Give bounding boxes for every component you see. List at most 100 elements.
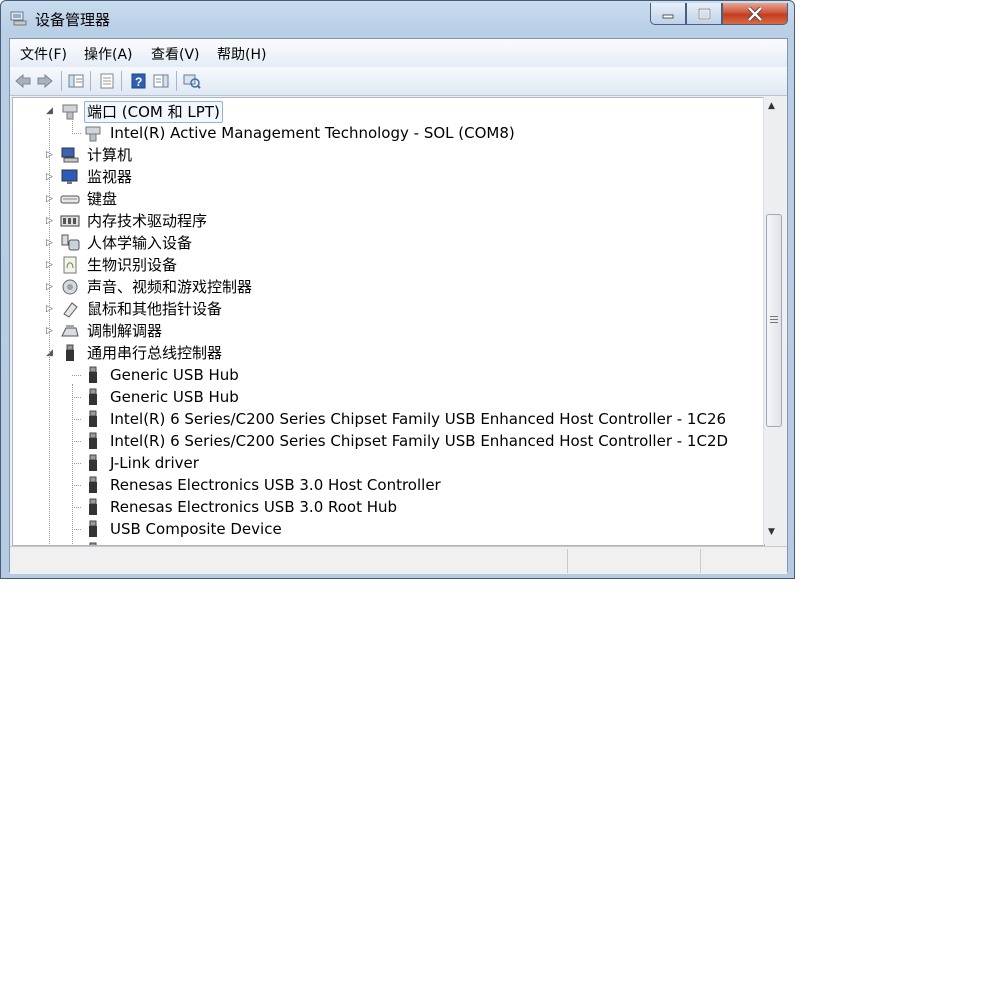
expand-arrow-icon[interactable]: ▷ [46,303,56,315]
tree-item-label[interactable]: USB Composite Device [110,519,282,539]
tree-item-label[interactable]: 计算机 [87,145,132,165]
tree-device-row[interactable]: Renesas Electronics USB 3.0 Host Control… [13,474,764,496]
usb-icon [89,454,97,471]
scroll-up-arrow-icon[interactable]: ▲ [768,101,775,111]
usb-icon [89,520,97,537]
menu-view[interactable]: 查看(V) [151,44,200,64]
tree-item-label[interactable]: 声音、视频和游戏控制器 [87,277,252,297]
expand-arrow-icon[interactable]: ▷ [46,149,56,161]
port-icon [85,126,101,142]
grip-icon [770,322,778,323]
tree-device-row[interactable]: Generic USB Hub [13,364,764,386]
menu-action[interactable]: 操作(A) [84,44,133,64]
expand-arrow-icon[interactable]: ▷ [46,215,56,227]
tree-connector [72,529,81,530]
tree-item-label[interactable]: Generic USB Hub [110,387,239,407]
tree-category-row[interactable]: ▷ 人体学输入设备 [13,232,764,254]
tree-category-row[interactable]: ◢ 通用串行总线控制器 [13,342,764,364]
tree-category-row[interactable]: ▷ 计算机 [13,144,764,166]
help-button[interactable]: ? [129,72,147,90]
collapse-arrow-icon[interactable]: ◢ [46,105,56,117]
status-divider [567,549,568,573]
title-bar[interactable]: 设备管理器 [1,1,794,35]
usb-icon [89,410,97,427]
close-icon [747,6,763,21]
tree-item-label[interactable]: 内存技术驱动程序 [87,211,207,231]
tree-category-row[interactable]: ▷ 监视器 [13,166,764,188]
expand-arrow-icon[interactable]: ▷ [46,281,56,293]
tree-item-label[interactable]: Generic USB Hub [110,365,239,385]
tree-device-row[interactable]: Generic USB Hub [13,386,764,408]
menu-help[interactable]: 帮助(H) [217,44,266,64]
vertical-scrollbar[interactable]: ▲ ▼ [763,97,785,544]
status-divider [700,549,701,573]
properties-icon [100,73,114,89]
expand-arrow-icon[interactable]: ▷ [46,325,56,337]
tree-device-row[interactable]: USB Composite Device [13,518,764,540]
forward-button[interactable] [36,72,54,90]
tree-item-label[interactable]: 通用串行总线控制器 [87,343,222,363]
close-button[interactable] [722,3,788,25]
maximize-button[interactable] [686,3,722,25]
tree-device-row[interactable]: Intel(R) 6 Series/C200 Series Chipset Fa… [13,430,764,452]
tree-device-row[interactable]: J-Link driver [13,452,764,474]
hid-icon [61,234,80,251]
tree-category-row[interactable]: ▷ 鼠标和其他指针设备 [13,298,764,320]
tree-device-row[interactable]: Intel(R) Active Management Technology - … [13,122,764,144]
memory-icon [60,215,80,227]
tree-device-row[interactable]: Intel(R) 6 Series/C200 Series Chipset Fa… [13,408,764,430]
tree-category-row[interactable]: ▷ 生物识别设备 [13,254,764,276]
device-tree[interactable]: ◢ 端口 (COM 和 LPT) Intel(R) Active Managemen… [12,97,765,546]
grip-icon [770,319,778,320]
show-hide-tree-button[interactable] [67,72,85,90]
properties-button[interactable] [98,72,116,90]
keyboard-icon [60,195,80,204]
tree-category-row[interactable]: ▷ 声音、视频和游戏控制器 [13,276,764,298]
tree-category-row[interactable]: ▷ 内存技术驱动程序 [13,210,764,232]
tree-item-label[interactable]: 鼠标和其他指针设备 [87,299,222,319]
tree-connector [72,133,81,134]
tree-device-row[interactable]: Renesas Electronics USB 3.0 Root Hub [13,496,764,518]
modem-icon [61,325,79,337]
tree-item-label[interactable]: Intel(R) 6 Series/C200 Series Chipset Fa… [110,409,726,429]
tree-item-label[interactable]: 键盘 [87,189,117,209]
tree-category-row[interactable]: ◢ 端口 (COM 和 LPT) [13,100,764,123]
collapse-arrow-icon[interactable]: ◢ [46,347,56,359]
tree-connector [72,419,81,420]
grip-icon [770,316,778,317]
tree-item-label[interactable]: 调制解调器 [87,321,162,341]
scan-hardware-button[interactable] [183,72,201,90]
monitor-icon [61,169,78,184]
tree-item-label[interactable]: 监视器 [87,167,132,187]
expand-arrow-icon[interactable]: ▷ [46,237,56,249]
tree-connector [72,397,81,398]
tree-item-label[interactable]: Renesas Electronics USB 3.0 Host Control… [110,475,441,495]
status-bar [10,546,787,574]
toolbar: ? [10,67,787,96]
usb-icon [89,366,97,383]
toolbar-separator [90,71,91,91]
tree-item-label[interactable]: Intel(R) 6 Series/C200 Series Chipset Fa… [110,431,728,451]
tree-item-label[interactable]: Intel(R) Active Management Technology - … [110,123,515,143]
minimize-button[interactable] [650,3,686,25]
expand-arrow-icon[interactable]: ▷ [46,193,56,205]
expand-arrow-icon[interactable]: ▷ [46,259,56,271]
tree-category-row[interactable]: ▷ 调制解调器 [13,320,764,342]
tree-item-label[interactable]: J-Link driver [110,453,199,473]
tree-connector [49,118,50,545]
scan-hardware-icon [183,74,201,89]
action-pane-button[interactable] [152,72,170,90]
tree-item-label[interactable]: 生物识别设备 [87,255,177,275]
scrollbar-thumb[interactable] [766,214,782,427]
tree-item-label[interactable]: 人体学输入设备 [87,233,192,253]
maximize-icon [697,7,711,20]
toolbar-separator [176,71,177,91]
tree-category-row[interactable]: ▷ 键盘 [13,188,764,210]
tree-item-label[interactable]: Renesas Electronics USB 3.0 Root Hub [110,497,397,517]
sound-icon [62,279,78,295]
tree-item-label[interactable]: 端口 (COM 和 LPT) [84,101,223,123]
scroll-down-arrow-icon[interactable]: ▼ [768,527,775,537]
menu-file[interactable]: 文件(F) [20,44,67,64]
back-button[interactable] [14,72,32,90]
expand-arrow-icon[interactable]: ▷ [46,171,56,183]
